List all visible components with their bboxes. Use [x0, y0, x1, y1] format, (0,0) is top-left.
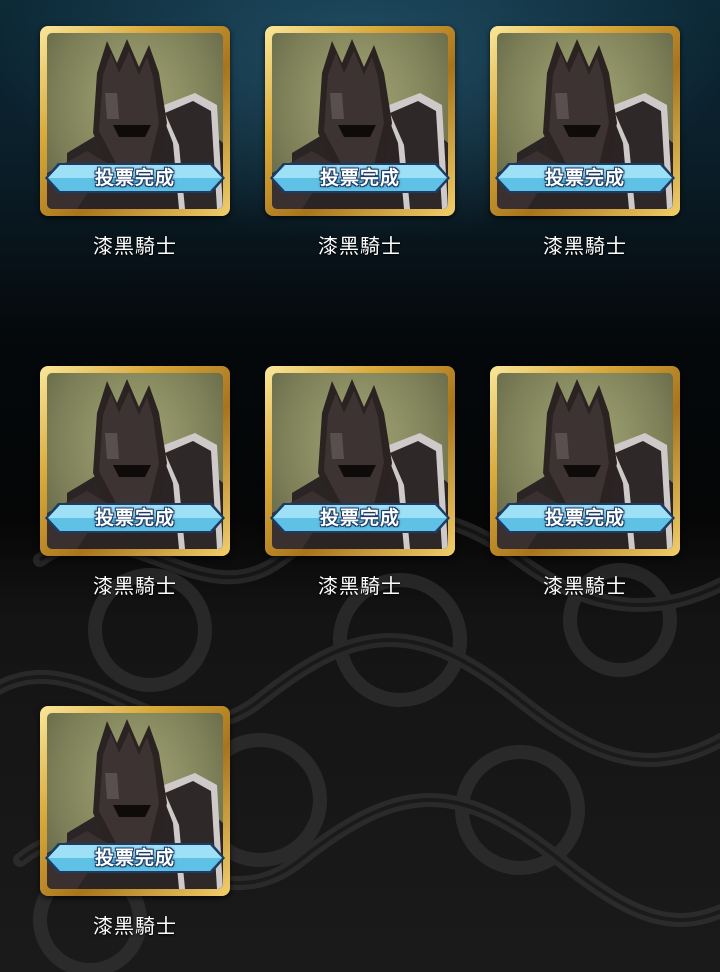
vote-complete-label: 投票完成	[544, 167, 625, 189]
vote-complete-label: 投票完成	[94, 847, 175, 869]
portrait-frame: 投票完成	[40, 366, 230, 556]
vote-complete-label: 投票完成	[94, 167, 175, 189]
vote-complete-label: 投票完成	[319, 167, 400, 189]
vote-complete-badge: 投票完成	[44, 162, 226, 194]
hero-card[interactable]: 投票完成 漆黑騎士	[265, 366, 455, 601]
vote-complete-label: 投票完成	[319, 507, 400, 529]
hero-name: 漆黑騎士	[318, 574, 402, 598]
vote-complete-badge: 投票完成	[44, 842, 226, 874]
hero-vote-grid: 投票完成 漆黑騎士 投票完成 漆黑騎士 投票完成 漆黑騎士 投票完成 漆黑騎士 …	[0, 0, 720, 972]
portrait-frame: 投票完成	[490, 366, 680, 556]
hero-name: 漆黑騎士	[93, 234, 177, 258]
hero-name: 漆黑騎士	[93, 914, 177, 938]
vote-complete-label: 投票完成	[544, 507, 625, 529]
hero-name: 漆黑騎士	[93, 574, 177, 598]
vote-complete-badge: 投票完成	[269, 162, 451, 194]
portrait-frame: 投票完成	[265, 26, 455, 216]
hero-name: 漆黑騎士	[318, 234, 402, 258]
hero-card[interactable]: 投票完成 漆黑騎士	[490, 366, 680, 601]
hero-name: 漆黑騎士	[543, 574, 627, 598]
hero-card[interactable]: 投票完成 漆黑騎士	[40, 366, 230, 601]
vote-complete-badge: 投票完成	[494, 162, 676, 194]
vote-complete-badge: 投票完成	[269, 502, 451, 534]
vote-complete-badge: 投票完成	[494, 502, 676, 534]
hero-card[interactable]: 投票完成 漆黑騎士	[40, 706, 230, 941]
hero-card[interactable]: 投票完成 漆黑騎士	[490, 26, 680, 261]
vote-complete-label: 投票完成	[94, 507, 175, 529]
hero-card[interactable]: 投票完成 漆黑騎士	[40, 26, 230, 261]
portrait-frame: 投票完成	[40, 706, 230, 896]
portrait-frame: 投票完成	[265, 366, 455, 556]
vote-complete-badge: 投票完成	[44, 502, 226, 534]
hero-card[interactable]: 投票完成 漆黑騎士	[265, 26, 455, 261]
hero-name: 漆黑騎士	[543, 234, 627, 258]
portrait-frame: 投票完成	[490, 26, 680, 216]
portrait-frame: 投票完成	[40, 26, 230, 216]
